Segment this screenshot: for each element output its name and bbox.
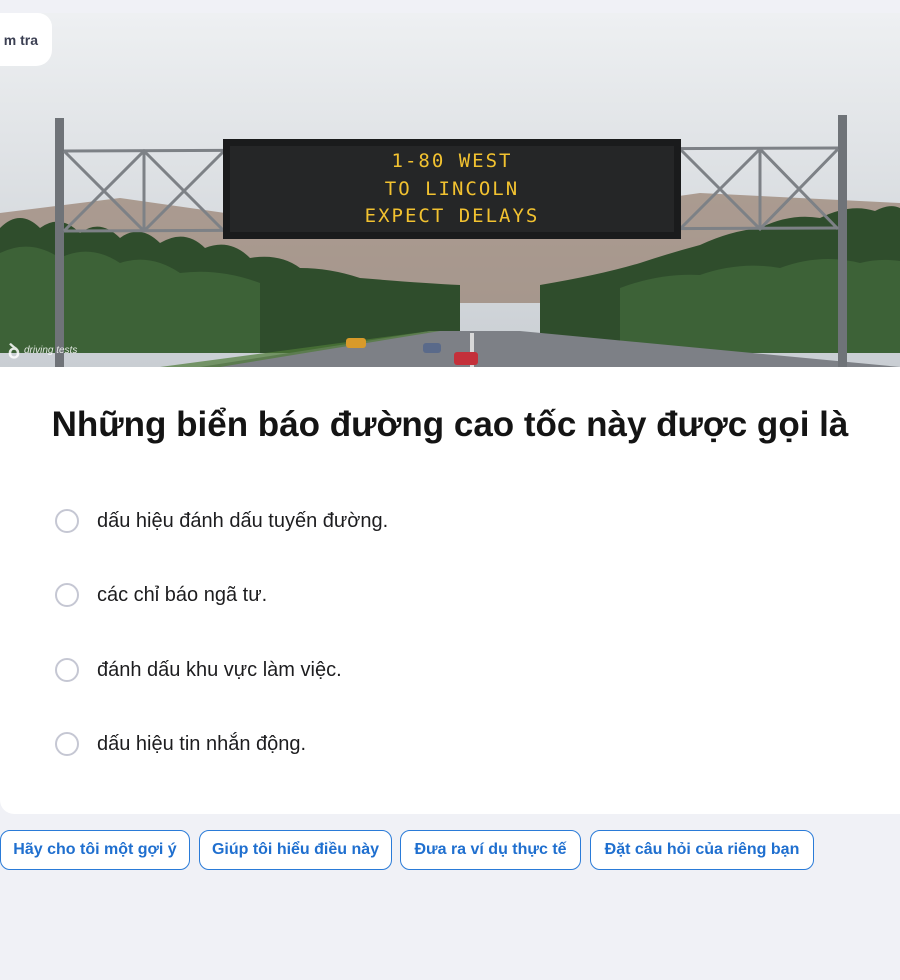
radio-button[interactable] — [55, 583, 79, 607]
logo-text: driving tests — [23, 344, 78, 356]
answer-label: đánh dấu khu vực làm việc. — [97, 658, 342, 681]
logo-icon: ꝺ — [8, 339, 20, 363]
message-sign-text: 1-80 WEST TO LINCOLN EXPECT DELAYS — [230, 148, 674, 231]
sign-line: TO LINCOLN — [384, 177, 520, 200]
sign-line: EXPECT DELAYS — [364, 205, 540, 227]
answer-option[interactable]: đánh dấu khu vực làm việc. — [55, 658, 342, 682]
hint-button[interactable]: Hãy cho tôi một gợi ý — [0, 830, 190, 870]
radio-button[interactable] — [55, 658, 79, 682]
explain-button[interactable]: Giúp tôi hiểu điều này — [199, 830, 392, 870]
answer-label: dấu hiệu đánh dấu tuyến đường. — [97, 509, 389, 532]
ask-own-question-button[interactable]: Đặt câu hỏi của riêng bạn — [590, 830, 814, 870]
radio-button[interactable] — [55, 732, 79, 756]
answer-option[interactable]: dấu hiệu tin nhắn động. — [55, 732, 306, 756]
answer-label: các chỉ báo ngã tư. — [97, 583, 268, 606]
driving-tests-logo: ꝺ driving tests — [8, 337, 77, 364]
answer-option[interactable]: dấu hiệu đánh dấu tuyến đường. — [55, 509, 388, 533]
question-image: 1-80 WEST TO LINCOLN EXPECT DELAYS ꝺ dri… — [0, 13, 900, 367]
tab-label[interactable]: m tra — [0, 13, 52, 66]
question-card: 1-80 WEST TO LINCOLN EXPECT DELAYS ꝺ dri… — [0, 13, 900, 814]
radio-button[interactable] — [55, 509, 79, 533]
question-text: Những biển báo đường cao tốc này được gọ… — [51, 405, 849, 444]
answer-label: dấu hiệu tin nhắn động. — [97, 732, 307, 755]
sign-line: 1-80 WEST — [391, 150, 513, 172]
answer-option[interactable]: các chỉ báo ngã tư. — [55, 583, 267, 607]
real-example-button[interactable]: Đưa ra ví dụ thực tế — [400, 830, 581, 870]
